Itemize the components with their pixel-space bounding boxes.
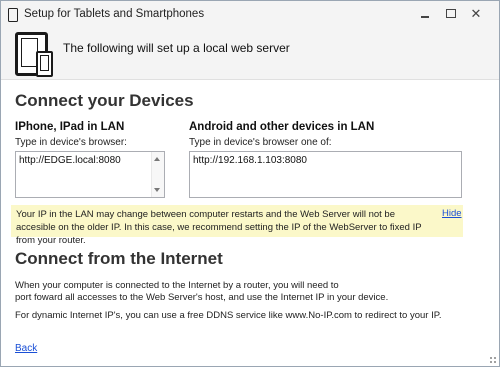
- title-bar[interactable]: Setup for Tablets and Smartphones ✕: [1, 1, 499, 29]
- smartphone-icon: [36, 51, 53, 77]
- phone-screen: [40, 55, 49, 71]
- hide-notice-link[interactable]: Hide: [442, 208, 462, 219]
- android-url-value: http://192.168.1.103:8080: [193, 155, 307, 166]
- iphone-section-title: IPhone, IPad in LAN: [15, 121, 125, 133]
- window-title: Setup for Tablets and Smartphones: [24, 8, 205, 20]
- header-text: The following will set up a local web se…: [63, 41, 290, 55]
- back-link[interactable]: Back: [15, 343, 37, 354]
- maximize-icon: [446, 9, 456, 18]
- close-icon: ✕: [470, 6, 482, 21]
- tablet-app-icon: [8, 8, 18, 22]
- resize-grip[interactable]: [489, 356, 497, 364]
- iphone-url-value: http://EDGE.local:8080: [19, 155, 121, 166]
- ip-notice-text: Your IP in the LAN may change between co…: [16, 209, 422, 246]
- router-paragraph-line2: port foward all accesses to the Web Serv…: [15, 292, 389, 303]
- iphone-label: Type in device's browser:: [15, 137, 127, 148]
- setup-window: Setup for Tablets and Smartphones ✕ The …: [0, 0, 500, 367]
- connect-internet-heading: Connect from the Internet: [15, 249, 223, 268]
- iphone-url-field[interactable]: http://EDGE.local:8080: [15, 151, 165, 198]
- iphone-url-scrollbar[interactable]: [151, 152, 164, 197]
- android-label: Type in device's browser one of:: [189, 137, 332, 148]
- scroll-up-icon[interactable]: [154, 157, 160, 161]
- ddns-paragraph: For dynamic Internet IP's, you can use a…: [15, 310, 442, 321]
- scroll-down-icon[interactable]: [154, 188, 160, 192]
- close-button[interactable]: ✕: [467, 6, 485, 22]
- header-banner: The following will set up a local web se…: [1, 29, 499, 80]
- android-url-field[interactable]: http://192.168.1.103:8080: [189, 151, 462, 198]
- ip-notice-banner: Your IP in the LAN may change between co…: [11, 205, 463, 246]
- minimize-button[interactable]: [416, 6, 434, 22]
- minimize-icon: [421, 16, 429, 18]
- connect-devices-heading: Connect your Devices: [15, 91, 194, 110]
- android-section-title: Android and other devices in LAN: [189, 121, 375, 133]
- maximize-button[interactable]: [442, 6, 460, 22]
